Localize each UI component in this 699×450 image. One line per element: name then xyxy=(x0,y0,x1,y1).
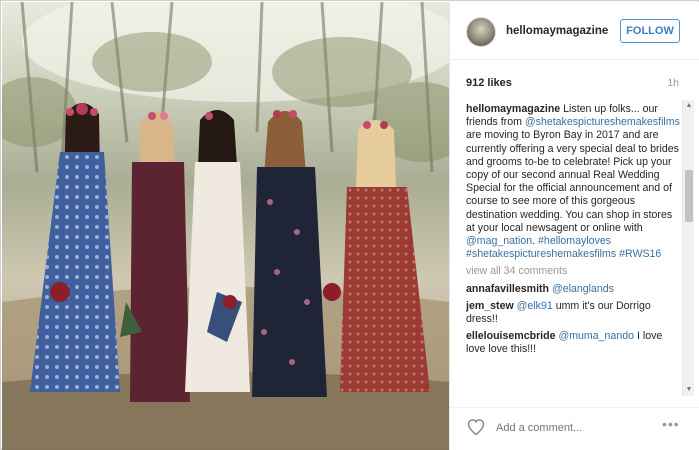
avatar[interactable] xyxy=(466,17,496,47)
comment-item: ellelouisemcbride @muma_nando I love lov… xyxy=(466,330,682,356)
more-options-icon[interactable]: ••• xyxy=(662,416,680,432)
heart-icon[interactable] xyxy=(466,417,486,437)
post-time: 1h xyxy=(667,77,679,89)
caption-hashtag[interactable]: #RWS16 xyxy=(619,248,661,260)
comment-item: annafavillesmith @elanglands xyxy=(466,283,682,296)
comment-item: jem_stew @elk91 umm it's our Dorrigo dre… xyxy=(466,300,682,326)
scrollbar-thumb[interactable] xyxy=(685,170,693,222)
comment-author[interactable]: annafavillesmith xyxy=(466,283,549,295)
comment-mention[interactable]: @elanglands xyxy=(552,283,614,295)
comments-scrollbar[interactable]: ▲ ▼ xyxy=(682,100,694,396)
view-all-comments-link[interactable]: view all 34 comments xyxy=(466,265,682,278)
caption-mention[interactable]: @shetakespictureshemakesfilms xyxy=(525,116,680,128)
post-photo[interactable] xyxy=(2,2,449,450)
caption-hashtag[interactable]: #shetakespictureshemakesfilms xyxy=(466,248,616,260)
username-link[interactable]: hellomaymagazine xyxy=(506,25,608,37)
comments-list: hellomaymagazine Listen up folks... our … xyxy=(466,103,682,395)
comment-mention[interactable]: @muma_nando xyxy=(558,330,634,342)
comment-mention[interactable]: @elk91 xyxy=(517,300,553,312)
caption-mention[interactable]: @mag_nation xyxy=(466,235,532,247)
comment-author[interactable]: jem_stew xyxy=(466,300,514,312)
caption-text: . xyxy=(532,235,536,248)
caption-text: are moving to Byron Bay in 2017 and are … xyxy=(466,129,679,234)
caption-author[interactable]: hellomaymagazine xyxy=(466,103,560,115)
scroll-up-icon[interactable]: ▲ xyxy=(683,100,695,112)
caption: hellomaymagazine Listen up folks... our … xyxy=(466,103,682,261)
post-header: hellomaymagazine FOLLOW xyxy=(450,2,699,60)
instagram-post-embed: hellomaymagazine FOLLOW 912 likes 1h hel… xyxy=(0,0,699,450)
add-comment-input[interactable] xyxy=(496,420,646,436)
comment-author[interactable]: ellelouisemcbride xyxy=(466,330,556,342)
caption-hashtag[interactable]: #hellomayloves xyxy=(538,235,611,247)
follow-button[interactable]: FOLLOW xyxy=(620,19,680,43)
bridesmaids-photo-illustration xyxy=(2,2,449,450)
post-side-panel: hellomaymagazine FOLLOW 912 likes 1h hel… xyxy=(449,2,699,450)
likes-count[interactable]: 912 likes xyxy=(466,77,512,89)
scroll-down-icon[interactable]: ▼ xyxy=(683,384,695,396)
post-footer: ••• xyxy=(450,407,699,450)
